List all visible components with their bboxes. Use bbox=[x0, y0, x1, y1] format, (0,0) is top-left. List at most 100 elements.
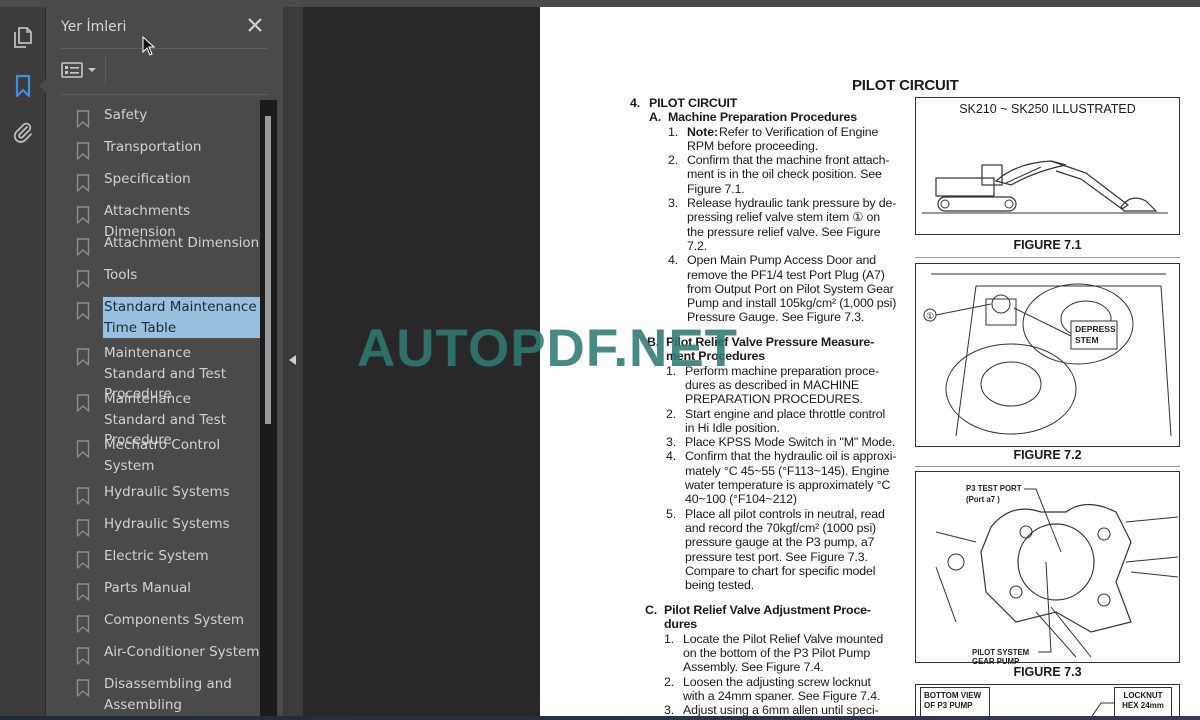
bookmark-icon bbox=[76, 487, 90, 505]
step-text: Confirm that the machine front attach- bbox=[687, 153, 890, 168]
bookmark-item[interactable]: Tools bbox=[76, 265, 261, 288]
subsection-title: Pilot Relief Valve Adjustment Proce- bbox=[664, 603, 871, 617]
top-toolbar-edge bbox=[0, 0, 1200, 7]
scrollbar-thumb[interactable] bbox=[265, 116, 271, 424]
panel-title: Yer İmleri bbox=[61, 19, 127, 35]
bookmark-item[interactable]: Safety bbox=[76, 105, 261, 128]
step-text: with a 24mm spaner. See Figure 7.4. bbox=[683, 688, 881, 703]
pages-thumbnails-button[interactable] bbox=[8, 23, 38, 53]
chevron-down-icon bbox=[88, 68, 96, 72]
attachments-button[interactable] bbox=[8, 117, 38, 147]
bookmark-icon bbox=[76, 270, 90, 288]
collapse-panel-icon[interactable] bbox=[289, 355, 296, 365]
bookmark-label: Mechatro Control System bbox=[104, 437, 221, 474]
figure-7-1: SK210 ~ SK250 ILLUSTRATED bbox=[915, 97, 1180, 235]
subsection-letter: C. bbox=[645, 603, 658, 617]
bookmarks-button[interactable] bbox=[8, 71, 38, 101]
bookmark-icon bbox=[76, 679, 90, 697]
section-number: 4. bbox=[630, 96, 641, 110]
bookmarks-panel: Yer İmleri Safety Transportation Specifica… bbox=[46, 7, 283, 716]
figure-caption: FIGURE 7.2 bbox=[1013, 448, 1082, 462]
bookmark-icon bbox=[76, 142, 90, 160]
sidebar-rail bbox=[0, 7, 46, 716]
subsection-letter: B. bbox=[647, 335, 660, 349]
figure-7-2: ① DEPRESS STEM bbox=[915, 263, 1180, 447]
bookmark-label: Tools bbox=[104, 267, 138, 283]
bookmark-item[interactable]: Attachment Dimension bbox=[76, 233, 261, 256]
step-number: 4. bbox=[668, 253, 679, 268]
tank-top-illustration: ① DEPRESS STEM bbox=[923, 273, 1172, 437]
bookmark-label: Air-Conditioner System bbox=[104, 644, 260, 660]
bookmark-icon bbox=[15, 74, 31, 98]
gear-pump-illustration: P3 TEST PORT (Port a7 ) PILOT SYSTEM bbox=[935, 484, 1179, 658]
step-text: Confirm that the hydraulic oil is approx… bbox=[685, 449, 897, 464]
step-text: and record the 70kgf/cm² (1000 psi) bbox=[685, 520, 877, 535]
step-text: in Hi Idle position. bbox=[685, 420, 780, 435]
bookmark-options-button[interactable] bbox=[60, 60, 96, 80]
figure-7-3: P3 TEST PORT (Port a7 ) PILOT SYSTEM GEA… bbox=[915, 471, 1180, 666]
step-text: Perform machine preparation proce- bbox=[685, 363, 879, 378]
bookmark-icon bbox=[76, 551, 90, 569]
step-number: 1. bbox=[668, 124, 679, 139]
bookmark-label: Safety bbox=[104, 107, 148, 123]
figure-label: SK210 ~ SK250 ILLUSTRATED bbox=[959, 102, 1136, 116]
bookmark-item[interactable]: Transportation bbox=[76, 137, 261, 160]
figure-caption: FIGURE 7.3 bbox=[1013, 665, 1082, 679]
bookmark-label: Standard Maintenance Time Table bbox=[102, 296, 261, 339]
bookmark-label: Hydraulic Systems bbox=[104, 484, 230, 500]
step-text: Open Main Pump Access Door and bbox=[687, 253, 877, 268]
step-number: 1. bbox=[666, 363, 677, 378]
panel-pointer bbox=[39, 78, 47, 94]
bookmark-icon bbox=[76, 647, 90, 665]
step-number: 3. bbox=[666, 435, 677, 450]
step-text: Refer to Verification of Engine bbox=[719, 124, 879, 139]
step-text: Pressure Gauge. See Figure 7.3. bbox=[687, 310, 865, 325]
bookmark-icon bbox=[76, 348, 90, 366]
step-text: Loosen the adjusting screw locknut bbox=[683, 674, 871, 689]
subsection-title: ment Procedures bbox=[666, 349, 765, 364]
divider bbox=[915, 257, 1180, 258]
callout-label: DEPRESS bbox=[1075, 324, 1116, 334]
step-text: Locate the Pilot Relief Valve mounted bbox=[683, 631, 884, 646]
bookmark-item[interactable]: Electric System bbox=[76, 546, 261, 569]
page-heading: PILOT CIRCUIT bbox=[852, 77, 959, 94]
step-text: dures as described in MACHINE bbox=[685, 377, 860, 392]
step-text: Adjust using a 6mm allen until speci- bbox=[683, 703, 879, 716]
bookmark-item[interactable]: Air-Conditioner System bbox=[76, 642, 261, 665]
bookmark-item[interactable]: Hydraulic Systems bbox=[76, 482, 261, 505]
bookmark-icon bbox=[76, 110, 90, 128]
pages-icon bbox=[14, 27, 32, 48]
callout-number: ① bbox=[926, 311, 934, 321]
bookmark-label: Components System bbox=[104, 612, 245, 628]
bookmark-item[interactable]: Parts Manual bbox=[76, 578, 261, 601]
step-text: 7.2. bbox=[687, 238, 708, 253]
bookmark-item[interactable]: Components System bbox=[76, 610, 261, 633]
step-number: 1. bbox=[664, 631, 675, 646]
step-lead: Note: bbox=[687, 124, 718, 139]
bookmark-label: Hydraulic Systems bbox=[104, 516, 230, 532]
close-panel-button[interactable] bbox=[246, 16, 264, 34]
bookmark-icon bbox=[76, 302, 90, 320]
bookmark-item[interactable]: Standard Maintenance Time Table bbox=[76, 296, 261, 339]
bookmark-item[interactable]: Disassembling and Assembling bbox=[76, 674, 261, 715]
section-title: PILOT CIRCUIT bbox=[649, 96, 738, 110]
attachment-icon bbox=[13, 122, 32, 143]
step-text: 40~100 (°F104~212) bbox=[685, 492, 797, 507]
step-text: water temperature is approximately °C bbox=[685, 478, 891, 492]
list-options-icon bbox=[61, 62, 83, 78]
bookmark-scrollbar[interactable] bbox=[260, 100, 277, 716]
step-text: the pressure relief valve. See Figure bbox=[687, 224, 881, 239]
step-text: pressure gauge at the P3 pump, a7 bbox=[685, 535, 875, 550]
step-text: remove the PF1/4 test Port Plug (A7) bbox=[687, 267, 885, 282]
figure-caption: FIGURE 7.1 bbox=[1013, 238, 1082, 252]
bookmark-list: Safety Transportation Specification Attachm… bbox=[46, 100, 261, 716]
bookmark-label: Parts Manual bbox=[104, 580, 192, 596]
bookmark-item[interactable]: Specification bbox=[76, 169, 261, 192]
step-text: on the bottom of the P3 Pilot Pump bbox=[683, 645, 871, 660]
divider bbox=[915, 466, 1180, 467]
step-text: being tested. bbox=[685, 578, 755, 593]
bookmark-item[interactable]: Mechatro Control System bbox=[76, 435, 261, 476]
callout-label: PILOT SYSTEM bbox=[972, 648, 1029, 657]
panel-resize-handle[interactable] bbox=[283, 7, 303, 716]
bookmark-item[interactable]: Hydraulic Systems bbox=[76, 514, 261, 537]
